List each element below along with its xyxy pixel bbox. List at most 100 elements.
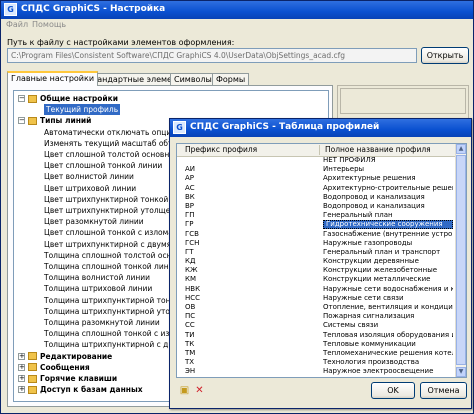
table-row[interactable]: ВР Водопровод и канализация	[177, 202, 457, 211]
table-row[interactable]: ГП Генеральный план	[177, 211, 457, 220]
table-row[interactable]: КЖ Конструкции железобетонные	[177, 266, 457, 275]
table-row[interactable]: ОВ Отопление, вентиляция и кондицио...	[177, 303, 457, 312]
tree-item[interactable]: Толщина штрихпунктирной тонкой (	[44, 295, 190, 306]
table-row[interactable]: ПС Пожарная сигнализация	[177, 312, 457, 321]
tree-item[interactable]: Типы линий	[40, 115, 91, 126]
settings-path-field[interactable]: C:\Program Files\Consistent Software\СПД…	[7, 48, 417, 63]
table-row[interactable]: АР Архитектурные решения	[177, 174, 457, 183]
table-row[interactable]: КМ Конструкции металлические	[177, 275, 457, 284]
tree-item[interactable]: Сообщения	[40, 362, 90, 373]
tree-item[interactable]: Цвет волнистой линии	[44, 171, 134, 182]
tree-item[interactable]: Автоматически отключать опцию "М	[44, 127, 190, 138]
profile-prefix-cell: ТХ	[185, 358, 195, 367]
profile-prefix-cell: ВК	[185, 192, 195, 201]
table-row[interactable]: ТК Тепловые коммуникации	[177, 340, 457, 349]
profile-prefix-cell: ГСН	[185, 238, 200, 247]
table-row[interactable]: ВК Водопровод и канализация	[177, 193, 457, 202]
expand-icon[interactable]: +	[18, 352, 25, 360]
column-divider[interactable]	[319, 145, 320, 155]
profile-name-cell: Водопровод и канализация	[323, 192, 425, 201]
dialog-title: СПДС GraphiCS - Таблица профилей	[190, 122, 380, 132]
folder-icon	[28, 94, 37, 103]
tree-item[interactable]: Цвет штриховой линии	[44, 183, 136, 194]
new-row-icon[interactable]: ▣	[179, 385, 190, 396]
menu-help[interactable]: Помощь	[32, 20, 66, 29]
tree-item[interactable]: Цвет разомкнутой линии	[44, 216, 144, 227]
column-header-prefix[interactable]: Префикс профиля	[185, 145, 257, 154]
tree-item[interactable]: Редактирование	[40, 351, 112, 362]
delete-icon[interactable]: ✕	[194, 385, 205, 396]
tree-item[interactable]: Горячие клавиши	[40, 373, 117, 384]
path-label: Путь к файлу с настройками элементов офо…	[7, 38, 235, 47]
column-header-full-name[interactable]: Полное название профиля	[325, 145, 431, 154]
tab-symbols[interactable]: Символы	[170, 73, 216, 85]
tree-item[interactable]: Цвет штрихпунктирной тонкой (осе	[44, 194, 187, 205]
dialog-title-bar[interactable]: G СПДС GraphiCS - Таблица профилей	[170, 119, 471, 137]
settings-window: G СПДС GraphiCS - Настройка Файл Помощь …	[0, 0, 474, 414]
tree-item[interactable]: Текущий профиль	[44, 104, 121, 116]
table-row[interactable]: ГР Гидротехнические сооружения	[177, 220, 457, 230]
table-row[interactable]: АС Архитектурно-строительные решени...	[177, 184, 457, 193]
table-row[interactable]: ТХ Технология производства	[177, 358, 457, 367]
tree-item[interactable]: Толщина волнистой линии	[44, 272, 150, 283]
profile-prefix-cell: НСС	[185, 293, 201, 302]
menu-file[interactable]: Файл	[6, 20, 28, 29]
tab-main-settings[interactable]: Главные настройки	[7, 71, 99, 86]
table-scrollbar[interactable]: ▲ ▼	[455, 144, 466, 377]
profile-name-cell: Газоснабжение (внутренние устро...	[323, 229, 453, 238]
folder-icon	[28, 374, 37, 383]
tree-item[interactable]: Толщина сплошной тонкой линии	[44, 261, 178, 272]
table-row[interactable]: ГСВ Газоснабжение (внутренние устро...	[177, 230, 457, 239]
profile-name-cell: Генеральный план и транспорт	[323, 247, 441, 256]
table-row[interactable]: НВК Наружные сети водоснабжения и ка...	[177, 285, 457, 294]
profile-prefix-cell: ТИ	[185, 330, 195, 339]
tree-item[interactable]: Цвет сплошной тонкой линии	[44, 160, 162, 171]
profile-prefix-cell: АР	[185, 174, 195, 183]
profile-prefix-cell: ОВ	[185, 303, 196, 311]
profile-prefix-cell: КЖ	[185, 266, 198, 275]
table-row[interactable]: НЕТ ПРОФИЛЯ	[177, 156, 457, 165]
tree-item[interactable]: Доступ к базам данных	[40, 384, 143, 395]
scroll-down-icon[interactable]: ▼	[456, 367, 466, 377]
profile-name-cell: Наружные сети водоснабжения и ка...	[323, 284, 453, 293]
expand-icon[interactable]: +	[18, 375, 25, 382]
scroll-up-icon[interactable]: ▲	[456, 144, 466, 154]
table-row[interactable]: АИ Интерьеры	[177, 165, 457, 174]
table-row[interactable]: ЭН Наружное электроосвещение	[177, 367, 457, 376]
expand-icon[interactable]: +	[18, 386, 25, 394]
table-row[interactable]: СС Системы связи	[177, 321, 457, 330]
open-button[interactable]: Открыть	[421, 47, 469, 64]
tab-forms[interactable]: Формы	[212, 73, 250, 85]
profile-prefix-cell: ТК	[185, 339, 195, 348]
scroll-thumb[interactable]	[456, 155, 466, 365]
profile-name-cell: Отопление, вентиляция и кондицио...	[323, 303, 453, 311]
table-row[interactable]: ЭО Электрическое освещение (внутрен...	[177, 377, 457, 378]
table-row[interactable]: ГТ Генеральный план и транспорт	[177, 248, 457, 257]
tree-item[interactable]: Общие настройки	[40, 93, 118, 104]
tree-item[interactable]: Цвет сплошной тонкой с изломами	[44, 227, 183, 238]
collapse-icon[interactable]: −	[18, 95, 25, 102]
profiles-table[interactable]: Префикс профиля Полное название профиля …	[176, 143, 467, 378]
tree-item[interactable]: Толщина разомкнутой линии	[44, 317, 160, 328]
table-row[interactable]: НСС Наружные сети связи	[177, 294, 457, 303]
table-row[interactable]: ТИ Тепловая изоляция оборудования и...	[177, 331, 457, 340]
profile-name-cell: Электрическое освещение (внутрен...	[323, 377, 453, 378]
tree-item[interactable]: Толщина штриховой линии	[44, 283, 152, 294]
expand-icon[interactable]: +	[18, 363, 25, 371]
table-row[interactable]: КД Конструкции деревянные	[177, 257, 457, 266]
profile-name-cell: Наружные газопроводы	[323, 238, 413, 247]
profile-name-cell: Наружные сети связи	[323, 293, 404, 302]
profile-name-cell: Генеральный план	[323, 211, 393, 220]
cancel-button[interactable]: Отмена	[420, 382, 467, 399]
tree-item[interactable]: Цвет штрихпунктирной утолщенной	[44, 205, 190, 216]
collapse-icon[interactable]: −	[18, 117, 25, 125]
table-row[interactable]: ГСН Наружные газопроводы	[177, 239, 457, 248]
profiles-dialog: G СПДС GraphiCS - Таблица профилей Префи…	[169, 118, 472, 409]
table-row[interactable]: ТМ Тепломеханические решения котел...	[177, 349, 457, 358]
menu-bar: Файл Помощь	[1, 19, 473, 31]
title-bar[interactable]: G СПДС GraphiCS - Настройка	[1, 1, 473, 19]
profile-name-cell: Системы связи	[323, 321, 379, 330]
profile-prefix-cell: ПС	[185, 312, 196, 321]
profile-name-cell: Конструкции железобетонные	[323, 266, 438, 275]
ok-button[interactable]: OK	[371, 382, 415, 399]
